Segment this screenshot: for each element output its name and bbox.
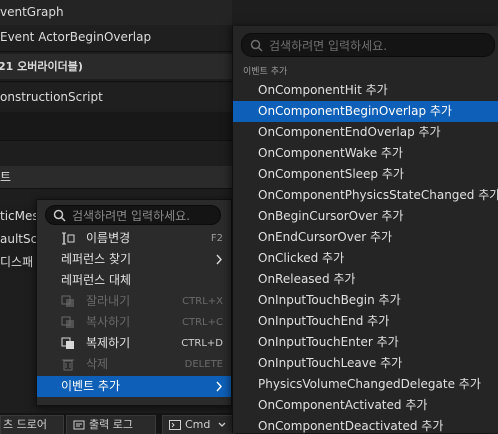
- menu-item-rename[interactable]: 이름변경 F2: [37, 228, 231, 249]
- submenu-item[interactable]: PhysicsVolumeChangedDelegate 추가: [233, 374, 498, 395]
- cmd-button[interactable]: Cmd: [162, 415, 234, 434]
- menu-item-shortcut: CTRL+X: [182, 296, 223, 307]
- menu-item-shortcut: F2: [210, 233, 223, 244]
- menu-item-delete[interactable]: 삭제 DELETE: [37, 354, 231, 375]
- graph-row-label: onstructionScript: [0, 90, 103, 104]
- submenu-item-label: OnInputTouchEnd 추가: [258, 314, 390, 328]
- menu-item-shortcut: CTRL+D: [181, 338, 223, 349]
- chevron-right-icon: [216, 381, 222, 392]
- submenu-item-label: OnComponentDeactivated 추가: [258, 419, 444, 433]
- submenu-item-label: OnInputTouchEnter 추가: [258, 335, 399, 349]
- search-icon: [250, 39, 263, 52]
- menu-item-label: 레퍼런스 대체: [61, 273, 132, 287]
- divider: [0, 81, 232, 82]
- section-header-label: 21 오버라이더블): [0, 60, 83, 73]
- submenu-item[interactable]: OnComponentSleep 추가: [233, 164, 498, 185]
- section-header-label: 디스패: [0, 255, 34, 269]
- search-placeholder: 검색하려면 입력하세요.: [269, 39, 388, 53]
- submenu-item[interactable]: OnComponentHit 추가: [233, 80, 498, 101]
- divider: [0, 51, 232, 52]
- submenu-section-header: 이벤트 추가: [243, 67, 288, 77]
- submenu-item[interactable]: OnComponentPhysicsStateChanged 추가: [233, 185, 498, 206]
- menu-item-shortcut: CTRL+C: [182, 317, 223, 328]
- submenu-item-label: OnEndCursorOver 추가: [258, 230, 393, 244]
- menu-item-replace-references[interactable]: 레퍼런스 대체: [37, 270, 231, 291]
- component-row-label: aultSc: [0, 232, 38, 246]
- rename-icon: [62, 232, 75, 245]
- submenu-item[interactable]: OnComponentBeginOverlap 추가: [233, 101, 498, 122]
- search-icon: [53, 209, 66, 222]
- divider: [0, 140, 232, 141]
- submenu-item-label: OnClicked 추가: [258, 251, 345, 265]
- context-search-input[interactable]: 검색하려면 입력하세요.: [45, 205, 221, 225]
- duplicate-icon: [61, 337, 74, 349]
- menu-item-add-event[interactable]: 이벤트 추가: [37, 376, 231, 397]
- submenu-item-label: OnBeginCursorOver 추가: [258, 209, 404, 223]
- submenu-item[interactable]: OnComponentDeactivated 추가: [233, 416, 498, 433]
- content-drawer-button[interactable]: 츠 드로어: [0, 415, 64, 434]
- section-header-label: 트: [0, 170, 12, 184]
- bottom-toolbar: 츠 드로어 출력 로그 Cmd: [0, 413, 234, 434]
- menu-item-label: 잘라내기: [86, 294, 131, 308]
- menu-item-cut[interactable]: 잘라내기 CTRL+X: [37, 291, 231, 312]
- terminal-icon: [169, 420, 181, 430]
- graph-row-actorbeginoverlap[interactable]: Event ActorBeginOverlap: [0, 25, 232, 50]
- output-log-label: 출력 로그: [89, 418, 133, 431]
- delete-icon: [62, 359, 74, 371]
- copy-icon: [61, 316, 74, 328]
- menu-item-shortcut: DELETE: [184, 359, 223, 370]
- submenu-item-label: PhysicsVolumeChangedDelegate 추가: [258, 377, 481, 391]
- content-drawer-label: 츠 드로어: [3, 418, 47, 431]
- submenu-item[interactable]: OnInputTouchEnd 추가: [233, 311, 498, 332]
- section-header-overridable[interactable]: 21 오버라이더블): [0, 54, 232, 79]
- submenu-item[interactable]: OnClicked 추가: [233, 248, 498, 269]
- submenu-item[interactable]: OnReleased 추가: [233, 269, 498, 290]
- submenu-item[interactable]: OnComponentEndOverlap 추가: [233, 122, 498, 143]
- cmd-label: Cmd: [185, 418, 211, 431]
- section-header-components[interactable]: 트: [0, 166, 232, 188]
- submenu-item-label: OnComponentEndOverlap 추가: [258, 125, 441, 139]
- submenu-item[interactable]: OnEndCursorOver 추가: [233, 227, 498, 248]
- submenu-item-label: OnReleased 추가: [258, 272, 356, 286]
- graph-row-constructionscript[interactable]: onstructionScript: [0, 84, 232, 110]
- menu-item-label: 레퍼런스 찾기: [61, 252, 132, 266]
- submenu-item-label: OnInputTouchLeave 추가: [258, 356, 403, 370]
- graph-row-label: ventGraph: [0, 5, 64, 19]
- menu-item-label: 복사하기: [86, 315, 131, 329]
- submenu-item-label: OnInputTouchBegin 추가: [258, 293, 401, 307]
- submenu-item-label: OnComponentHit 추가: [258, 83, 388, 97]
- menu-item-duplicate[interactable]: 복제하기 CTRL+D: [37, 333, 231, 354]
- menu-item-label: 이벤트 추가: [61, 379, 121, 393]
- cut-icon: [61, 295, 74, 307]
- submenu-item[interactable]: OnBeginCursorOver 추가: [233, 206, 498, 227]
- context-menu: 검색하려면 입력하세요. 이름변경 F2 레퍼런스 찾기 레퍼런스 대체 잘라내…: [36, 199, 232, 406]
- menu-item-label: 이름변경: [86, 231, 131, 245]
- graph-row-eventgraph[interactable]: ventGraph: [0, 0, 232, 25]
- submenu-item[interactable]: OnComponentWake 추가: [233, 143, 498, 164]
- submenu-item[interactable]: OnComponentActivated 추가: [233, 395, 498, 416]
- submenu-item-label: OnComponentPhysicsStateChanged 추가: [258, 188, 498, 202]
- graph-row-label: Event ActorBeginOverlap: [0, 30, 152, 44]
- empty-section: [0, 112, 232, 140]
- add-event-submenu: 검색하려면 입력하세요. 이벤트 추가 OnComponentHit 추가 OnC…: [232, 26, 498, 433]
- component-row-label: ticMes: [0, 209, 39, 223]
- divider: [0, 188, 232, 189]
- submenu-search-input[interactable]: 검색하려면 입력하세요.: [241, 33, 495, 57]
- submenu-item[interactable]: OnInputTouchEnter 추가: [233, 332, 498, 353]
- chevron-right-icon: [216, 254, 222, 265]
- submenu-item[interactable]: OnInputTouchBegin 추가: [233, 290, 498, 311]
- log-icon: [73, 420, 85, 430]
- submenu-item-label: OnComponentBeginOverlap 추가: [258, 104, 452, 118]
- submenu-item[interactable]: OnInputTouchLeave 추가: [233, 353, 498, 374]
- submenu-item-label: OnComponentSleep 추가: [258, 167, 404, 181]
- menu-item-copy[interactable]: 복사하기 CTRL+C: [37, 312, 231, 333]
- menu-item-find-references[interactable]: 레퍼런스 찾기: [37, 249, 231, 270]
- submenu-item-label: OnComponentActivated 추가: [258, 398, 428, 412]
- submenu-item-label: OnComponentWake 추가: [258, 146, 403, 160]
- chevron-down-icon: [218, 422, 226, 427]
- output-log-button[interactable]: 출력 로그: [66, 415, 156, 434]
- search-placeholder: 검색하려면 입력하세요.: [72, 209, 191, 223]
- menu-item-label: 복제하기: [86, 336, 131, 350]
- menu-item-label: 삭제: [86, 357, 109, 371]
